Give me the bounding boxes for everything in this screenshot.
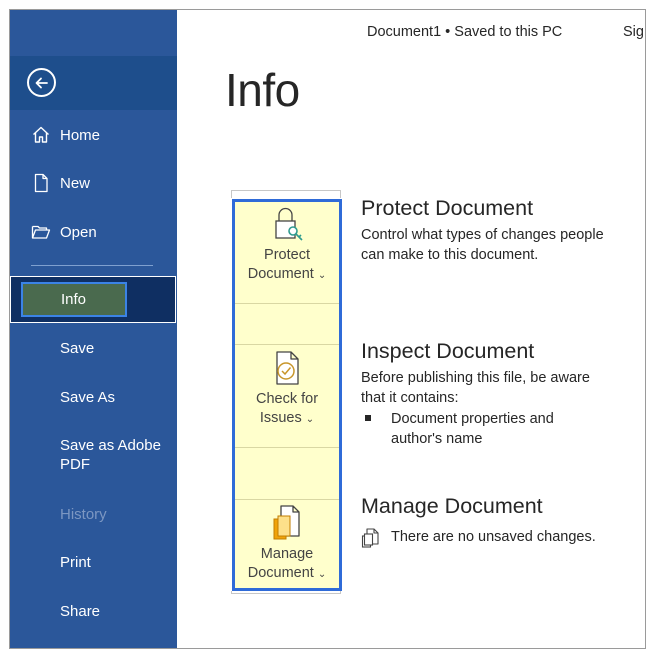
sidebar-item-print[interactable]: Print (10, 542, 177, 582)
document-title: Document1 • Saved to this PC (367, 24, 563, 40)
lock-key-icon (275, 207, 303, 241)
tile-separator (235, 447, 339, 448)
tile-separator (235, 499, 339, 500)
sidebar-item-save[interactable]: Save (10, 328, 177, 368)
chevron-down-icon: ⌄ (305, 414, 315, 425)
document-check-icon (276, 351, 299, 385)
sidebar-item-label: Home (60, 126, 101, 144)
backstage-window: Home New Open Info Save Save As Save as … (9, 9, 646, 649)
tile-label-line1: Protect (264, 247, 310, 263)
chevron-down-icon: ⌄ (317, 270, 327, 281)
inspect-bullet-item: Document properties and author's name (391, 411, 554, 447)
manage-document-icon (273, 505, 300, 540)
page-title: Info (225, 64, 300, 116)
inspect-document-heading: Inspect Document (361, 339, 535, 363)
sidebar-item-label: Print (60, 553, 91, 571)
sidebar-item-open[interactable]: Open (10, 212, 177, 252)
chevron-down-icon: ⌄ (317, 569, 327, 580)
sidebar-item-label: History (60, 505, 107, 523)
tile-column-frame-top (231, 190, 341, 198)
manage-document-heading: Manage Document (361, 494, 543, 518)
protect-document-heading: Protect Document (361, 196, 534, 220)
sidebar-item-info[interactable]: Info (10, 276, 176, 323)
tile-label-line2: Issues ⌄ (259, 410, 315, 426)
new-document-icon (31, 173, 51, 193)
tile-label-line1: Manage (260, 546, 314, 562)
sidebar-divider (31, 265, 153, 266)
manage-document-button[interactable]: Manage Document ⌄ (235, 503, 339, 584)
sign-in-link[interactable]: Sig (623, 24, 644, 40)
sidebar-item-label: Save as Adobe PDF (60, 437, 161, 473)
sidebar-item-label: Share (60, 602, 101, 620)
document-stack-icon (361, 528, 379, 548)
sidebar-item-label: Save As (60, 388, 116, 406)
sidebar-item-label: Open (60, 223, 97, 241)
tile-label-line2: Document ⌄ (247, 266, 327, 282)
manage-document-status: There are no unsaved changes. (391, 529, 596, 545)
info-tile-column: Protect Document ⌄ Check for Issues ⌄ Ma… (232, 199, 342, 591)
protect-document-description: Control what types of changes people can… (361, 227, 604, 263)
sidebar-item-save-as[interactable]: Save As (10, 377, 177, 417)
sidebar-item-new[interactable]: New (10, 163, 177, 203)
tile-label-line2: Document ⌄ (247, 565, 327, 581)
back-arrow-circle-icon[interactable] (27, 68, 56, 97)
sidebar-item-label: New (60, 174, 91, 192)
bullet-icon (365, 415, 371, 421)
back-button-area[interactable] (10, 56, 177, 110)
tile-label-line1: Check for (255, 391, 319, 407)
tile-separator (235, 344, 339, 345)
sidebar-item-share[interactable]: Share (10, 591, 177, 631)
check-for-issues-button[interactable]: Check for Issues ⌄ (235, 348, 339, 429)
sidebar-item-label: Save (60, 339, 95, 357)
sidebar-item-save-as-adobe-pdf[interactable]: Save as Adobe PDF (10, 435, 177, 475)
info-highlight-box: Info (21, 282, 127, 317)
sidebar-item-label: Info (61, 291, 87, 308)
backstage-sidebar: Home New Open Info Save Save As Save as … (10, 10, 177, 648)
inspect-document-description: Before publishing this file, be aware th… (361, 370, 590, 406)
open-folder-icon (31, 222, 51, 242)
sidebar-item-history: History (10, 494, 177, 534)
home-icon (31, 125, 51, 145)
tile-column-frame-bottom (231, 591, 341, 594)
sidebar-item-home[interactable]: Home (10, 115, 177, 155)
protect-document-button[interactable]: Protect Document ⌄ (235, 204, 339, 285)
tile-separator (235, 303, 339, 304)
